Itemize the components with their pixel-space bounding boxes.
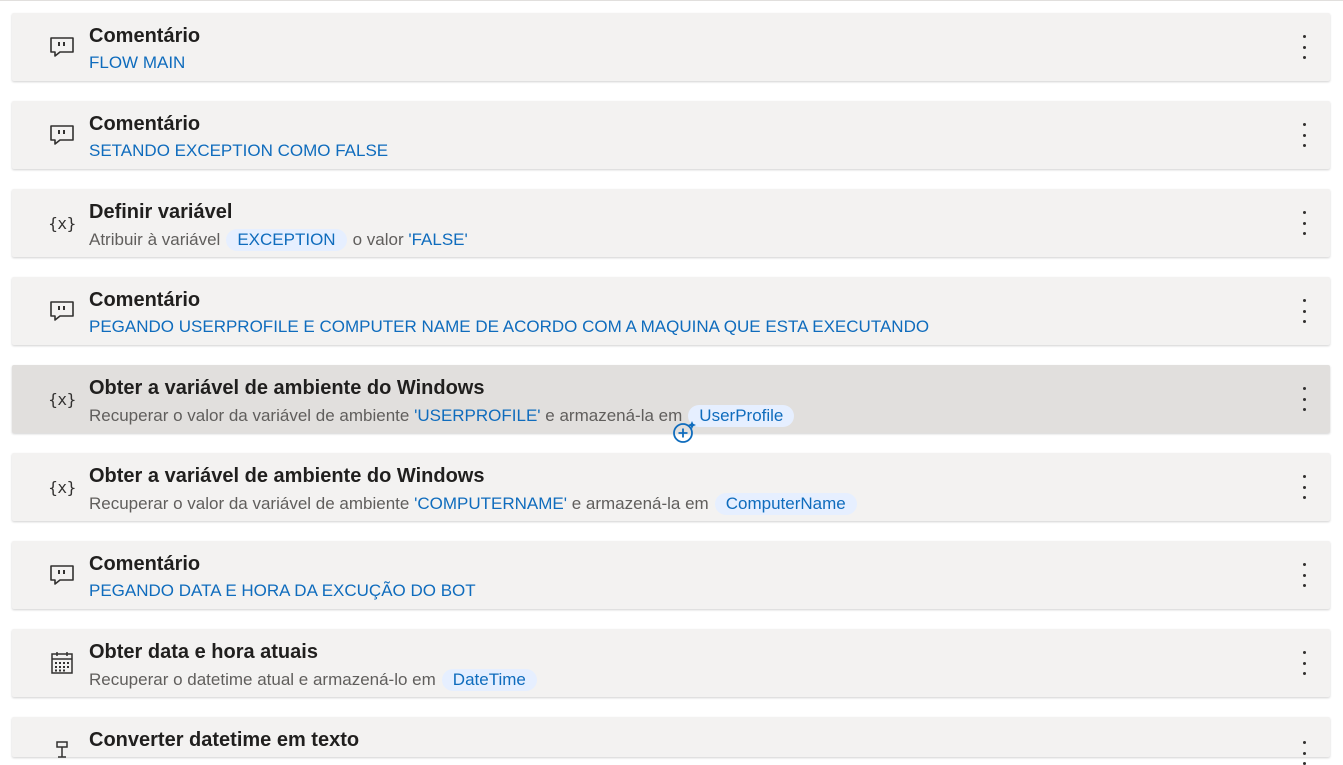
action-title: Obter a variável de ambiente do Windows: [89, 377, 485, 399]
variable-token[interactable]: ComputerName: [714, 493, 857, 515]
action-description: Recuperar o datetime atual e armazená-lo…: [89, 669, 543, 691]
variable-token[interactable]: EXCEPTION: [226, 229, 347, 251]
convert-icon: [48, 739, 76, 761]
action-comment[interactable]: Comentário PEGANDO DATA E HORA DA EXCUÇÃ…: [12, 541, 1330, 609]
comment-icon: [48, 124, 76, 146]
more-options-icon[interactable]: [1300, 741, 1308, 765]
calendar-icon: [48, 652, 76, 674]
flow-action-list: Comentário FLOW MAIN Comentário SETANDO …: [12, 13, 1330, 765]
description-text: Atribuir à variável: [89, 230, 221, 249]
literal-value: 'USERPROFILE': [414, 406, 541, 425]
add-action-sparkle-icon[interactable]: [672, 419, 698, 445]
action-title: Comentário: [89, 289, 201, 311]
variable-token[interactable]: DateTime: [441, 669, 537, 691]
action-comment[interactable]: Comentário PEGANDO USERPROFILE E COMPUTE…: [12, 277, 1330, 345]
action-title: Comentário: [89, 113, 201, 135]
variable-icon: {x}: [48, 213, 76, 233]
action-title: Definir variável: [89, 201, 233, 223]
comment-text: PEGANDO USERPROFILE E COMPUTER NAME DE A…: [89, 317, 930, 336]
action-comment[interactable]: Comentário FLOW MAIN: [12, 13, 1330, 81]
more-options-icon[interactable]: [1300, 35, 1308, 59]
action-description: Recuperar o valor da variável de ambient…: [89, 493, 863, 515]
description-text: e armazená-la em: [571, 494, 709, 513]
comment-text: PEGANDO DATA E HORA DA EXCUÇÃO DO BOT: [89, 581, 476, 600]
action-title: Comentário: [89, 553, 201, 575]
variable-icon: {x}: [48, 389, 76, 409]
comment-text: SETANDO EXCEPTION COMO FALSE: [89, 141, 389, 160]
literal-value: 'COMPUTERNAME': [414, 494, 567, 513]
more-options-icon[interactable]: [1300, 299, 1308, 323]
more-options-icon[interactable]: [1300, 563, 1308, 587]
description-text: o valor: [352, 230, 404, 249]
action-get-current-datetime[interactable]: Obter data e hora atuais Recuperar o dat…: [12, 629, 1330, 697]
action-convert-datetime-to-text[interactable]: Converter datetime em texto: [12, 717, 1330, 765]
action-get-environment-variable[interactable]: {x} Obter a variável de ambiente do Wind…: [12, 453, 1330, 521]
action-title: Obter a variável de ambiente do Windows: [89, 465, 485, 487]
action-comment[interactable]: Comentário SETANDO EXCEPTION COMO FALSE: [12, 101, 1330, 169]
comment-icon: [48, 36, 76, 58]
description-text: Recuperar o valor da variável de ambient…: [89, 494, 410, 513]
comment-text: FLOW MAIN: [89, 53, 186, 72]
comment-icon: [48, 564, 76, 586]
action-description: Atribuir à variável EXCEPTION o valor 'F…: [89, 229, 468, 251]
action-set-variable[interactable]: {x} Definir variável Atribuir à variável…: [12, 189, 1330, 257]
variable-token[interactable]: UserProfile: [688, 405, 795, 427]
variable-icon: {x}: [48, 477, 76, 497]
description-text: e armazená-la em: [545, 406, 683, 425]
literal-value: 'FALSE': [408, 230, 468, 249]
more-options-icon[interactable]: [1300, 211, 1308, 235]
more-options-icon[interactable]: [1300, 475, 1308, 499]
more-options-icon[interactable]: [1300, 387, 1308, 411]
description-text: Recuperar o datetime atual e armazená-lo…: [89, 670, 436, 689]
more-options-icon[interactable]: [1300, 123, 1308, 147]
action-get-environment-variable[interactable]: {x} Obter a variável de ambiente do Wind…: [12, 365, 1330, 443]
action-title: Converter datetime em texto: [89, 729, 360, 751]
description-text: Recuperar o valor da variável de ambient…: [89, 406, 410, 425]
action-title: Comentário: [89, 25, 201, 47]
comment-icon: [48, 300, 76, 322]
more-options-icon[interactable]: [1300, 651, 1308, 675]
action-title: Obter data e hora atuais: [89, 641, 318, 663]
top-divider: [0, 0, 1343, 1]
